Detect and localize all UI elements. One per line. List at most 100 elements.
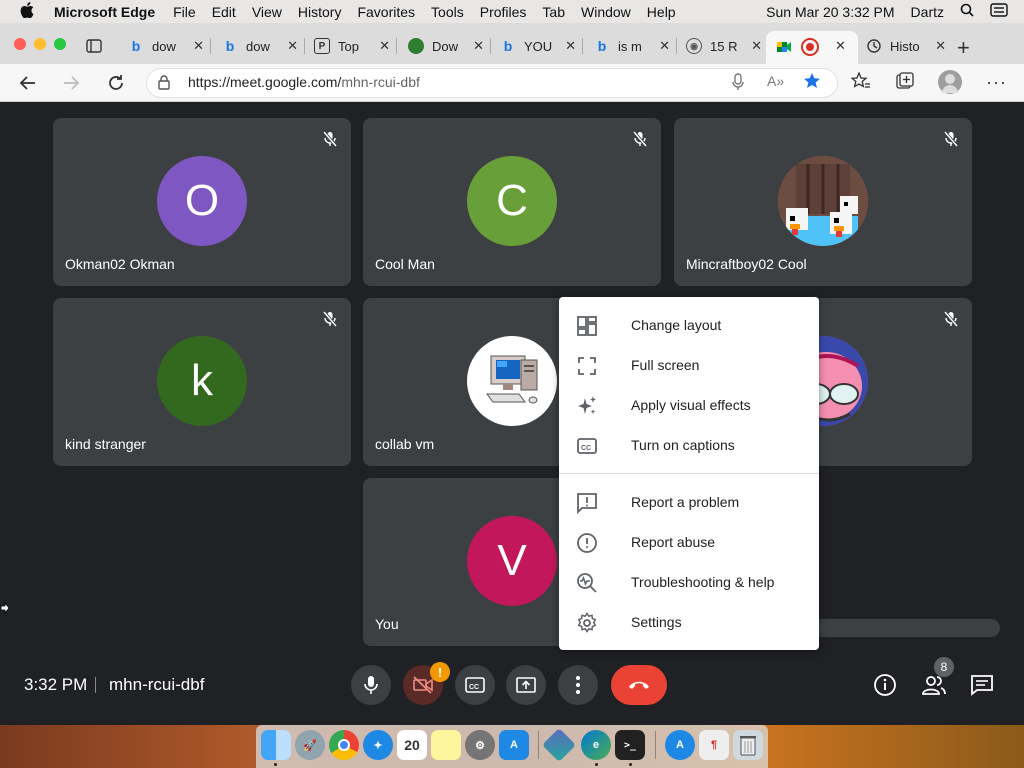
close-tab-icon[interactable]: ✕ [935, 38, 946, 54]
app-store-icon[interactable]: A [499, 730, 529, 760]
menu-change-layout[interactable]: Change layout [559, 305, 819, 345]
close-tab-icon[interactable]: ✕ [565, 38, 576, 54]
edge-icon[interactable]: e [581, 730, 611, 760]
system-preferences-icon[interactable]: ⚙ [465, 730, 495, 760]
tab-bing-2[interactable]: b dow ✕ [222, 31, 302, 61]
close-window-button[interactable] [14, 38, 26, 50]
menu-tools[interactable]: Tools [431, 4, 464, 20]
close-tab-icon[interactable]: ✕ [379, 38, 390, 54]
microphone-button[interactable] [351, 665, 391, 705]
tab-history[interactable]: Histo ✕ [866, 31, 950, 61]
more-options-icon[interactable]: ··· [986, 72, 1007, 93]
chat-icon[interactable] [970, 674, 994, 701]
menu-report-problem[interactable]: Report a problem [559, 482, 819, 522]
meeting-time: 3:32 PM [24, 675, 88, 694]
bing-icon: b [597, 38, 607, 54]
spotlight-search-icon[interactable] [960, 3, 974, 20]
menu-file[interactable]: File [173, 4, 196, 20]
meeting-details-icon[interactable] [873, 673, 897, 702]
fullscreen-icon [576, 355, 598, 377]
refresh-icon[interactable] [103, 70, 129, 96]
chrome-icon[interactable] [329, 730, 359, 760]
mic-off-icon [631, 130, 649, 148]
menu-troubleshooting[interactable]: Troubleshooting & help [559, 562, 819, 602]
computer-avatar [467, 336, 557, 426]
menu-report-abuse[interactable]: Report abuse [559, 522, 819, 562]
control-center-icon[interactable] [990, 3, 1008, 20]
menu-apply-visual-effects[interactable]: Apply visual effects [559, 385, 819, 425]
lock-icon[interactable] [157, 74, 171, 95]
edge-download-icon [408, 38, 424, 54]
launchpad-icon[interactable]: 🚀 [295, 730, 325, 760]
back-icon[interactable] [15, 70, 41, 96]
app-name[interactable]: Microsoft Edge [54, 4, 155, 20]
notes-icon[interactable] [431, 730, 461, 760]
tab-bing-4[interactable]: b is m ✕ [594, 31, 674, 61]
close-tab-icon[interactable]: ✕ [659, 38, 670, 54]
menu-divider [559, 473, 819, 474]
people-icon[interactable] [921, 673, 947, 702]
favorite-star-icon[interactable] [803, 72, 821, 95]
menu-profiles[interactable]: Profiles [480, 4, 527, 20]
menu-turn-on-captions[interactable]: CC Turn on captions [559, 425, 819, 465]
menu-help[interactable]: Help [647, 4, 676, 20]
new-tab-icon[interactable]: + [957, 35, 970, 61]
leave-call-button[interactable] [611, 665, 667, 705]
captions-icon: CC [465, 677, 485, 693]
scrollbar[interactable] [810, 619, 1000, 637]
trash-icon[interactable] [733, 730, 763, 760]
close-tab-icon[interactable]: ✕ [835, 38, 846, 54]
participant-tile[interactable]: O Okman02 Okman [53, 118, 351, 286]
profile-avatar[interactable] [938, 70, 962, 94]
favorites-list-icon[interactable] [850, 71, 871, 95]
bing-icon: b [503, 38, 513, 54]
microphone-icon [364, 676, 378, 694]
terminal-icon[interactable]: >_ [615, 730, 645, 760]
tab-bing-3[interactable]: b YOU ✕ [500, 31, 580, 61]
close-tab-icon[interactable]: ✕ [287, 38, 298, 54]
more-options-button[interactable] [558, 665, 598, 705]
participant-tile[interactable]: C Cool Man [363, 118, 661, 286]
present-screen-button[interactable] [506, 665, 546, 705]
app-store-icon[interactable]: A [665, 730, 695, 760]
finder-icon[interactable] [261, 730, 291, 760]
captions-button[interactable]: CC [455, 665, 495, 705]
menu-history[interactable]: History [298, 4, 342, 20]
user-name[interactable]: Dartz [911, 4, 944, 20]
menu-view[interactable]: View [252, 4, 282, 20]
participant-tile[interactable]: k kind stranger [53, 298, 351, 466]
page-icon: P [314, 38, 330, 54]
avatar: k [157, 336, 247, 426]
microphone-icon[interactable] [731, 73, 745, 96]
tab-reddit[interactable]: ◉ 15 R ✕ [686, 31, 766, 61]
sparkle-icon [576, 395, 598, 417]
close-tab-icon[interactable]: ✕ [751, 38, 762, 54]
maximize-window-button[interactable] [54, 38, 66, 50]
collections-icon[interactable] [895, 72, 915, 95]
menu-favorites[interactable]: Favorites [357, 4, 415, 20]
close-tab-icon[interactable]: ✕ [193, 38, 204, 54]
menu-settings[interactable]: Settings [559, 602, 819, 642]
menu-full-screen[interactable]: Full screen [559, 345, 819, 385]
minimize-window-button[interactable] [34, 38, 46, 50]
document-icon[interactable]: ¶ [699, 730, 729, 760]
calendar-icon[interactable]: 20 [397, 730, 427, 760]
read-aloud-icon[interactable]: A» [767, 73, 784, 89]
forward-icon[interactable] [58, 70, 84, 96]
camera-alert-badge[interactable]: ! [430, 662, 450, 682]
close-tab-icon[interactable]: ✕ [473, 38, 484, 54]
participant-tile[interactable]: Mincraftboy02 Cool [674, 118, 972, 286]
mic-off-icon [321, 130, 339, 148]
safari-icon[interactable]: ✦ [363, 730, 393, 760]
tab-page[interactable]: P Top ✕ [314, 31, 394, 61]
participant-name: collab vm [375, 436, 435, 452]
menu-window[interactable]: Window [581, 4, 631, 20]
menu-edit[interactable]: Edit [212, 4, 236, 20]
clock[interactable]: Sun Mar 20 3:32 PM [766, 4, 894, 20]
tab-bing-1[interactable]: b dow ✕ [128, 31, 208, 61]
tab-actions-icon[interactable] [86, 38, 102, 54]
tab-downloads[interactable]: Dow ✕ [408, 31, 488, 61]
apple-menu-icon[interactable] [20, 1, 38, 22]
menu-tab[interactable]: Tab [542, 4, 565, 20]
url-text[interactable]: https://meet.google.com/mhn-rcui-dbf [188, 74, 420, 90]
